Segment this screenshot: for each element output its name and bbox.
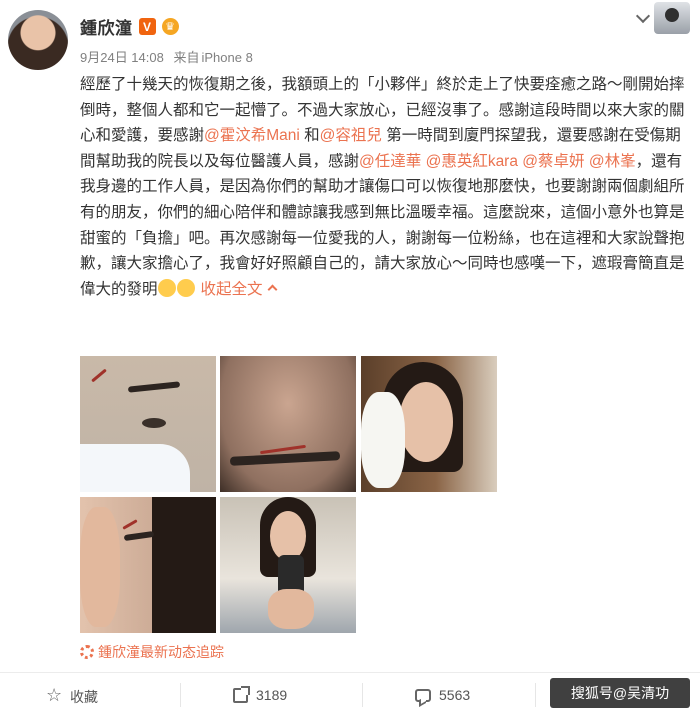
share-icon — [233, 685, 250, 703]
chevron-up-icon — [267, 284, 277, 295]
photo-detail — [268, 589, 314, 629]
photo-detail — [229, 451, 341, 466]
post-meta: 9月24日 14:08 来自 iPhone 8 — [80, 47, 253, 66]
follow-link[interactable]: 鍾欣潼最新动态追踪 — [80, 642, 224, 662]
post-text: 經歷了十幾天的恢復期之後，我額頭上的「小夥伴」終於走上了快要痊癒之路～剛開始摔倒… — [80, 72, 694, 302]
mention-link[interactable]: @林峯 — [589, 153, 636, 170]
collapse-label: 收起全文 — [200, 280, 263, 298]
post-source: iPhone 8 — [201, 50, 253, 65]
collapse-text-button[interactable]: 收起全文 — [200, 280, 277, 298]
post-source-prefix: 来自 — [173, 50, 200, 65]
gear-icon — [80, 645, 94, 659]
mention-link[interactable]: @容祖兒 — [320, 127, 382, 144]
avatar[interactable] — [8, 10, 68, 70]
photo-detail — [142, 418, 166, 428]
favorite-button[interactable]: 收藏 — [46, 685, 98, 707]
favorite-label: 收藏 — [70, 689, 98, 705]
emoji-icon — [157, 278, 176, 297]
author-row: 鍾欣潼 V ♛ — [80, 14, 179, 39]
author-name[interactable]: 鍾欣潼 — [80, 14, 133, 39]
photo-detail — [123, 530, 155, 542]
vip-badge: V — [138, 18, 156, 35]
post-photo-2[interactable] — [220, 356, 356, 492]
photo-detail — [80, 507, 120, 627]
post-photo-4[interactable] — [80, 497, 216, 633]
divider — [362, 683, 363, 707]
share-count: 3189 — [256, 687, 288, 703]
crown-icon: ♛ — [161, 18, 179, 35]
photo-detail — [80, 444, 190, 492]
post-photo-3[interactable] — [361, 356, 497, 492]
comment-icon — [415, 688, 431, 702]
post-text-2: 和 — [299, 127, 320, 145]
photo-detail — [91, 368, 107, 383]
photo-detail — [127, 381, 181, 393]
post-timestamp[interactable]: 9月24日 14:08 — [80, 50, 164, 65]
post-photo-1[interactable] — [80, 356, 216, 492]
share-button[interactable]: 3189 — [233, 685, 288, 703]
photo-detail — [399, 382, 453, 462]
mini-avatar[interactable] — [654, 2, 690, 34]
divider — [180, 683, 181, 707]
divider — [535, 683, 536, 707]
emoji-icon — [176, 278, 195, 297]
comment-count: 5563 — [439, 687, 471, 703]
photo-detail — [152, 497, 216, 633]
post-photo-5[interactable] — [220, 497, 356, 633]
photo-detail — [122, 519, 138, 530]
mention-link[interactable]: @任達華 — [359, 153, 421, 170]
mention-link[interactable]: @蔡卓妍 — [522, 153, 584, 170]
comment-button[interactable]: 5563 — [415, 687, 470, 703]
mention-link[interactable]: @惠英紅kara — [426, 153, 518, 170]
photo-detail — [270, 511, 306, 561]
top-right-menu[interactable] — [635, 2, 690, 34]
chevron-down-icon[interactable] — [635, 8, 651, 24]
photo-detail — [361, 392, 405, 488]
follow-link-label: 鍾欣潼最新动态追踪 — [98, 644, 224, 660]
mention-link[interactable]: @霍汶希Mani — [204, 127, 300, 144]
post-text-7: ，還有我身邊的工作人員，是因為你們的幫助才讓傷口可以恢復地那麼快，也要謝謝兩個劇… — [80, 152, 685, 298]
star-icon — [46, 685, 62, 706]
watermark: 搜狐号@吴清功 — [550, 678, 690, 708]
